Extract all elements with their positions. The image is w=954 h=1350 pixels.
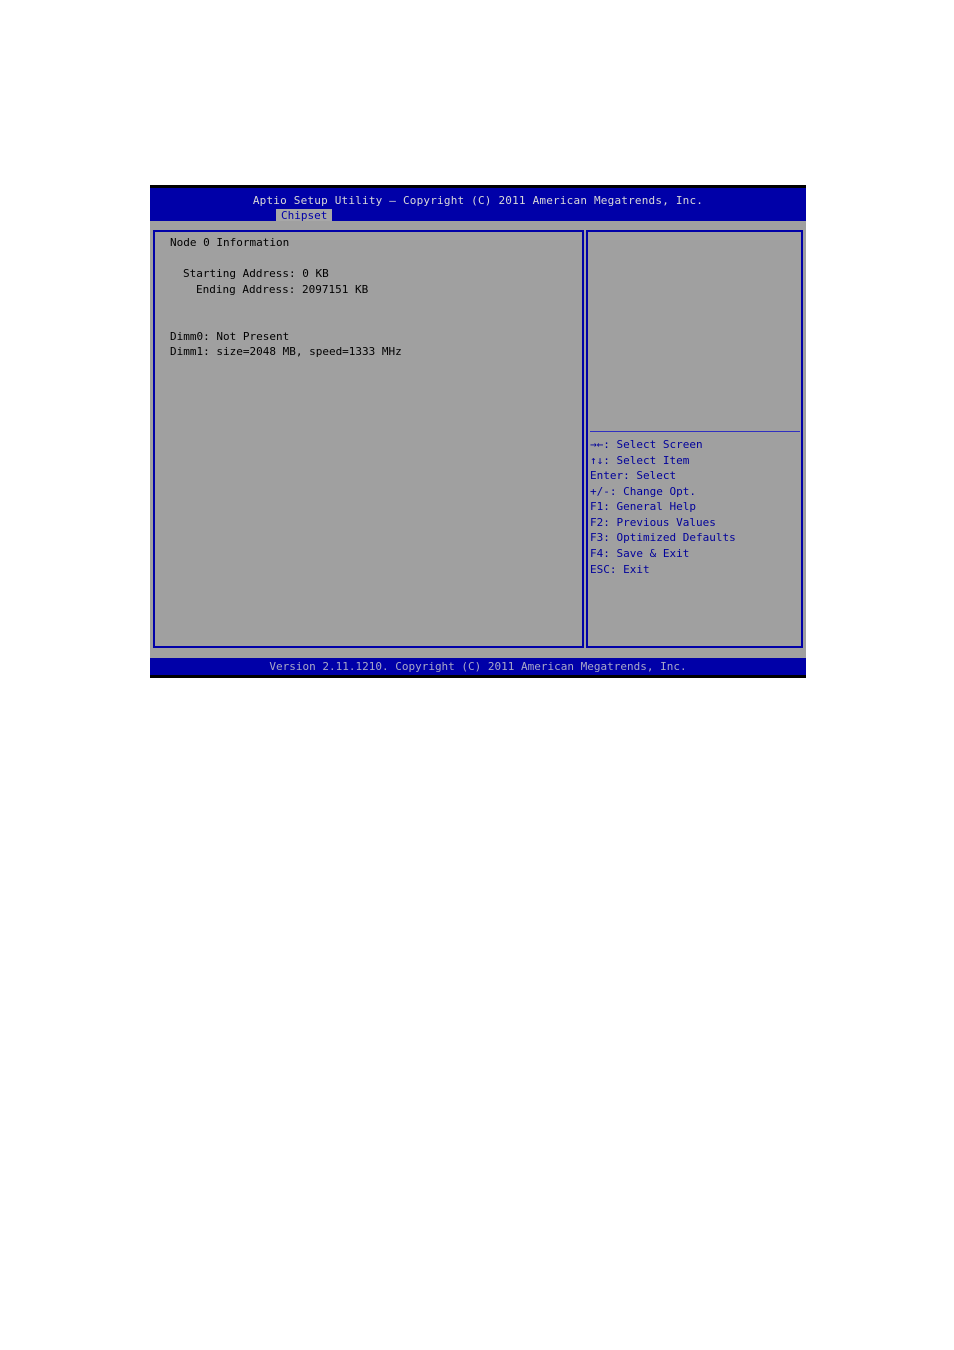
dimm1-info: Dimm1: size=2048 MB, speed=1333 MHz — [170, 345, 402, 358]
help-save-exit: F4: Save & Exit — [590, 547, 690, 560]
title-text: Aptio Setup Utility – Copyright (C) 2011… — [252, 194, 704, 207]
version-text: Version 2.11.1210. Copyright (C) 2011 Am… — [269, 660, 687, 673]
bios-setup-screen: Aptio Setup Utility – Copyright (C) 2011… — [150, 185, 806, 678]
starting-address: Starting Address: 0 KB — [183, 267, 329, 280]
main-panel: Node 0 Information Starting Address: 0 K… — [153, 230, 584, 648]
ending-address: Ending Address: 2097151 KB — [196, 283, 369, 296]
help-esc-exit: ESC: Exit — [590, 563, 650, 576]
help-divider — [590, 431, 800, 432]
help-optimized-defaults: F3: Optimized Defaults — [590, 531, 736, 544]
help-general-help: F1: General Help — [590, 500, 696, 513]
dimm0-info: Dimm0: Not Present — [170, 330, 290, 343]
help-select-item: ↑↓: Select Item — [590, 454, 690, 467]
help-panel: →←: Select Screen ↑↓: Select Item Enter:… — [586, 230, 803, 648]
node-heading: Node 0 Information — [170, 236, 290, 249]
title-bar: Aptio Setup Utility – Copyright (C) 2011… — [150, 188, 806, 224]
help-previous-values: F2: Previous Values — [590, 516, 716, 529]
help-enter-select: Enter: Select — [590, 469, 677, 482]
footer-bar: Version 2.11.1210. Copyright (C) 2011 Am… — [150, 658, 806, 675]
help-change-opt: +/-: Change Opt. — [590, 485, 696, 498]
body-area: Node 0 Information Starting Address: 0 K… — [150, 221, 806, 658]
help-select-screen: →←: Select Screen — [590, 438, 703, 451]
